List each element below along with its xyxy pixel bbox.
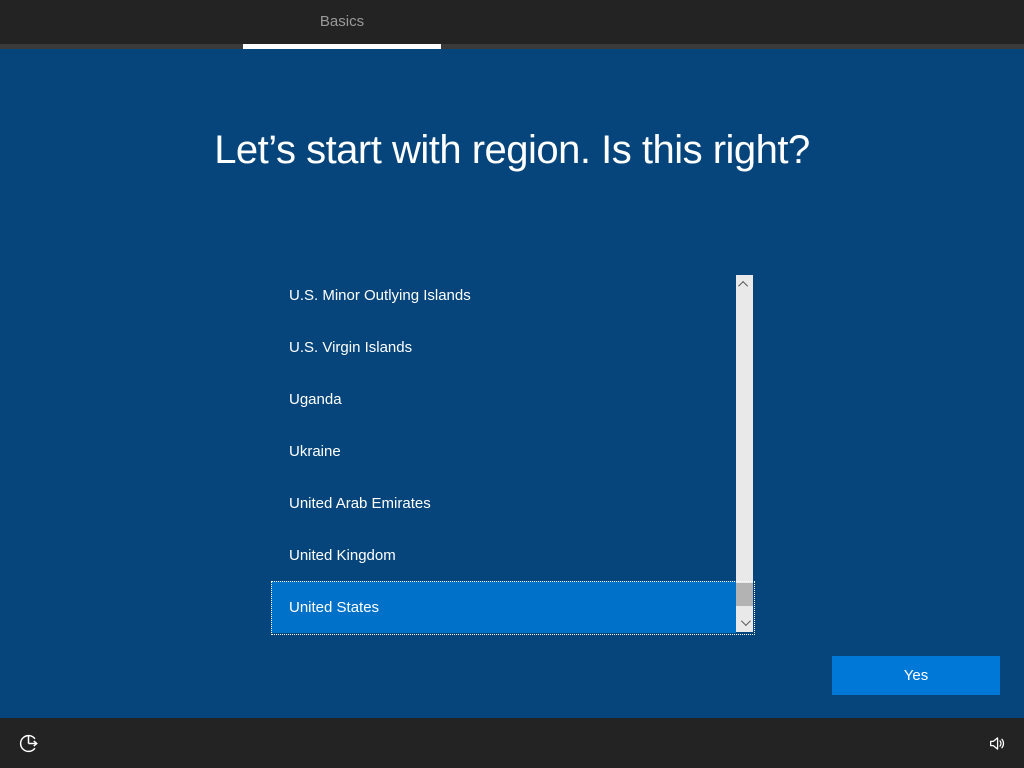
list-item-united-arab-emirates[interactable]: United Arab Emirates bbox=[271, 477, 736, 529]
oobe-region-page: Let’s start with region. Is this right? … bbox=[0, 49, 1024, 718]
tab-basics: Basics bbox=[243, 0, 441, 49]
list-item-us-minor-outlying-islands[interactable]: U.S. Minor Outlying Islands bbox=[271, 269, 736, 321]
list-item-label: Uganda bbox=[289, 390, 342, 408]
ease-of-access-icon bbox=[19, 734, 38, 752]
top-bar: Basics bbox=[0, 0, 1024, 49]
list-item-label: United Arab Emirates bbox=[289, 494, 431, 512]
list-item-label: U.S. Virgin Islands bbox=[289, 338, 413, 356]
page-title: Let’s start with region. Is this right? bbox=[214, 128, 810, 172]
scrollbar-down-arrow[interactable] bbox=[736, 615, 753, 630]
list-item-ukraine[interactable]: Ukraine bbox=[271, 425, 736, 477]
volume-button[interactable] bbox=[983, 730, 1009, 756]
list-item-label: U.S. Minor Outlying Islands bbox=[289, 286, 471, 304]
scrollbar[interactable] bbox=[736, 275, 753, 632]
yes-button[interactable]: Yes bbox=[832, 656, 1000, 695]
tab-basics-label: Basics bbox=[319, 13, 365, 30]
chevron-down-icon bbox=[740, 616, 751, 627]
ease-of-access-button[interactable] bbox=[15, 730, 41, 756]
scrollbar-up-arrow[interactable] bbox=[736, 277, 753, 292]
list-item-label: United States bbox=[289, 598, 380, 616]
tab-basics-underline bbox=[243, 44, 441, 49]
chevron-up-icon bbox=[738, 280, 749, 291]
list-item-label: United Kingdom bbox=[289, 546, 396, 564]
scrollbar-thumb[interactable] bbox=[736, 583, 753, 606]
list-item-us-virgin-islands[interactable]: U.S. Virgin Islands bbox=[271, 321, 736, 373]
list-item-label: Ukraine bbox=[289, 442, 341, 460]
list-item-uganda[interactable]: Uganda bbox=[271, 373, 736, 425]
region-list: U.S. Minor Outlying Islands U.S. Virgin … bbox=[271, 269, 755, 635]
volume-icon bbox=[989, 736, 1004, 750]
bottom-bar bbox=[0, 718, 1024, 768]
list-item-united-kingdom[interactable]: United Kingdom bbox=[271, 529, 736, 581]
list-item-united-states[interactable]: United States bbox=[271, 581, 755, 635]
